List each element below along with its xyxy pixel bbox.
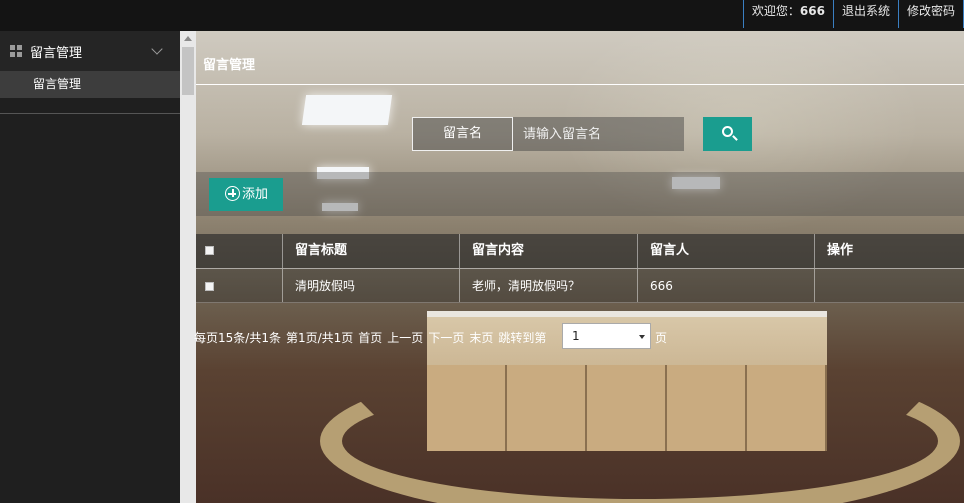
scroll-up-arrow-icon[interactable] [184, 36, 192, 41]
search-input[interactable] [513, 117, 684, 151]
row-content: 老师，清明放假吗？ [460, 269, 638, 302]
page-title: 留言管理 [203, 58, 256, 73]
column-header-author: 留言人 [638, 234, 815, 268]
table-row: 清明放假吗 老师，清明放假吗？ 666 [196, 268, 964, 303]
counter-front [427, 365, 827, 451]
first-page-link[interactable]: 首页 [358, 331, 382, 345]
table-header-row: 留言标题 留言内容 留言人 操作 [196, 234, 964, 268]
column-header-action: 操作 [827, 243, 854, 258]
grid-icon [10, 45, 22, 57]
search-icon [722, 126, 733, 137]
scroll-thumb[interactable] [182, 47, 194, 95]
row-select-cell [196, 269, 283, 302]
pagination-page-info: 第1页/共1页 [285, 331, 354, 345]
welcome-prefix: 欢迎您： [751, 4, 800, 18]
top-bar: 欢迎您：666 退出系统 修改密码 [0, 0, 964, 31]
ceiling-light [301, 95, 393, 125]
header-select-cell [196, 234, 283, 268]
select-all-checkbox[interactable] [205, 246, 214, 255]
vertical-scrollbar[interactable] [180, 31, 196, 503]
page-select[interactable]: 1 [562, 323, 651, 349]
page-select-value: 1 [572, 329, 580, 343]
title-divider [196, 84, 964, 85]
pagination-summary: 每页15条/共1条 [194, 331, 281, 345]
dropdown-arrow-icon [639, 335, 645, 339]
last-page-link[interactable]: 末页 [469, 331, 493, 345]
row-title: 清明放假吗 [283, 269, 460, 302]
sidebar-group-message-management[interactable]: 留言管理 [0, 31, 180, 71]
sidebar-group-label: 留言管理 [30, 45, 83, 61]
prev-page-link[interactable]: 上一页 [387, 331, 423, 345]
plus-circle-icon [225, 186, 240, 201]
pagination: 每页15条/共1条 第1页/共1页 首页 上一页 下一页 末页 跳转到第 [194, 329, 546, 346]
page-suffix: 页 [655, 331, 668, 345]
next-page-link[interactable]: 下一页 [428, 331, 464, 345]
chevron-down-icon [151, 43, 163, 55]
sidebar-item-message-management[interactable]: 留言管理 [0, 71, 180, 98]
sidebar: 留言管理 留言管理 [0, 31, 180, 503]
search-label: 留言名 [412, 117, 513, 151]
logout-link[interactable]: 退出系统 [832, 0, 898, 28]
row-author: 666 [638, 269, 815, 302]
change-password-link[interactable]: 修改密码 [897, 0, 964, 28]
welcome-text: 欢迎您：666 [742, 0, 833, 28]
column-header-content: 留言内容 [460, 234, 638, 268]
toolbar-band [196, 172, 964, 216]
username: 666 [799, 4, 825, 18]
row-checkbox[interactable] [205, 282, 214, 291]
search-button[interactable] [703, 117, 752, 151]
column-header-title: 留言标题 [283, 234, 460, 268]
message-table: 留言标题 留言内容 留言人 操作 清明放假吗 老师，清明放假吗？ 666 [196, 234, 964, 303]
jump-to-label: 跳转到第 [498, 331, 547, 345]
add-button-label: 添加 [242, 187, 269, 202]
add-button[interactable]: 添加 [209, 178, 283, 211]
sidebar-divider [0, 113, 180, 114]
topbar-links: 欢迎您：666 退出系统 修改密码 [742, 0, 964, 28]
row-action [815, 269, 964, 302]
